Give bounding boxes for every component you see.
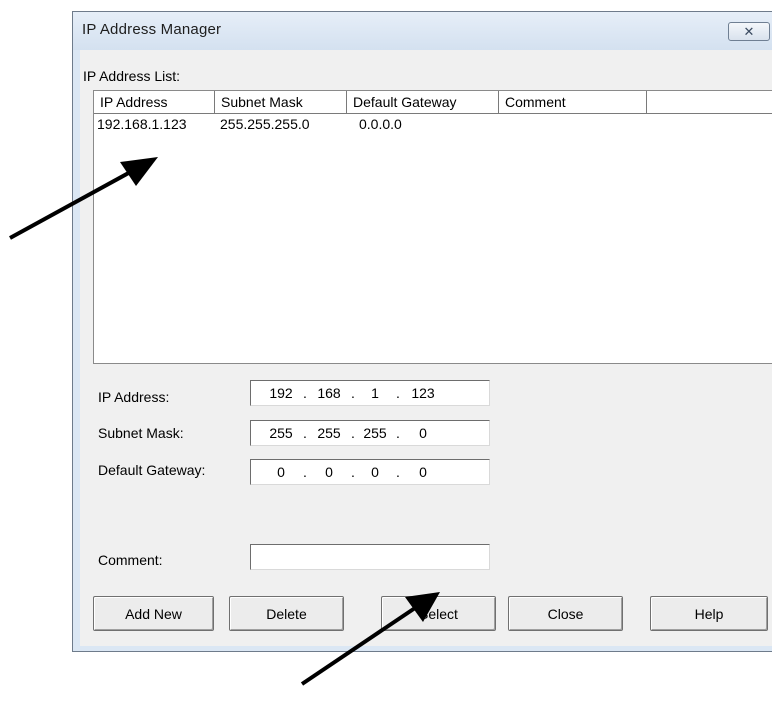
subnet-octet-1: 255: [269, 425, 293, 441]
select-button[interactable]: Select: [381, 596, 496, 631]
row-ip-address: 192.168.1.123: [97, 116, 187, 132]
ip-octet-3: 1: [371, 385, 379, 401]
default-gateway-label: Default Gateway:: [98, 462, 206, 478]
delete-button[interactable]: Delete: [229, 596, 344, 631]
ip-address-label: IP Address:: [98, 389, 170, 405]
close-window-button[interactable]: ✕: [728, 22, 770, 41]
gateway-octet-1: 0: [277, 464, 285, 480]
gateway-octet-2: 0: [325, 464, 333, 480]
subnet-octet-3: 255: [363, 425, 387, 441]
ip-dot-3: .: [396, 385, 400, 401]
list-header: IP Address Subnet Mask Default Gateway C…: [94, 91, 772, 115]
subnet-dot-2: .: [351, 425, 355, 441]
ip-address-manager-window: IP Address Manager ✕ IP Address List: IP…: [72, 11, 772, 652]
close-icon: ✕: [743, 24, 755, 39]
subnet-octet-2: 255: [317, 425, 341, 441]
column-header-ip-address[interactable]: IP Address: [94, 91, 215, 114]
subnet-mask-field[interactable]: 255 . 255 . 255 . 0: [250, 420, 490, 446]
close-button[interactable]: Close: [508, 596, 623, 631]
subnet-dot-3: .: [396, 425, 400, 441]
default-gateway-field[interactable]: 0 . 0 . 0 . 0: [250, 459, 490, 485]
ip-octet-4: 123: [411, 385, 435, 401]
column-header-empty: [647, 91, 772, 114]
column-header-comment[interactable]: Comment: [499, 91, 647, 114]
gateway-octet-3: 0: [371, 464, 379, 480]
help-button[interactable]: Help: [650, 596, 768, 631]
ip-address-list-label: IP Address List:: [83, 68, 181, 84]
ip-dot-2: .: [351, 385, 355, 401]
add-new-button[interactable]: Add New: [93, 596, 214, 631]
column-header-default-gateway[interactable]: Default Gateway: [347, 91, 499, 114]
subnet-dot-1: .: [303, 425, 307, 441]
gateway-dot-2: .: [351, 464, 355, 480]
subnet-octet-4: 0: [419, 425, 427, 441]
ip-dot-1: .: [303, 385, 307, 401]
ip-address-list[interactable]: IP Address Subnet Mask Default Gateway C…: [93, 90, 772, 364]
title-bar[interactable]: IP Address Manager ✕: [73, 12, 772, 50]
comment-input[interactable]: [250, 544, 490, 570]
ip-octet-2: 168: [317, 385, 341, 401]
gateway-octet-4: 0: [419, 464, 427, 480]
subnet-mask-label: Subnet Mask:: [98, 425, 184, 441]
column-header-subnet-mask[interactable]: Subnet Mask: [215, 91, 347, 114]
window-title: IP Address Manager: [82, 21, 222, 38]
row-subnet-mask: 255.255.255.0: [220, 116, 310, 132]
gateway-dot-1: .: [303, 464, 307, 480]
table-row[interactable]: 192.168.1.123 255.255.255.0 0.0.0.0: [94, 115, 772, 133]
row-default-gateway: 0.0.0.0: [359, 116, 402, 132]
ip-address-field[interactable]: 192 . 168 . 1 . 123: [250, 380, 490, 406]
comment-label: Comment:: [98, 552, 163, 568]
ip-octet-1: 192: [269, 385, 293, 401]
gateway-dot-3: .: [396, 464, 400, 480]
dialog-client-area: IP Address List: IP Address Subnet Mask …: [80, 50, 772, 646]
